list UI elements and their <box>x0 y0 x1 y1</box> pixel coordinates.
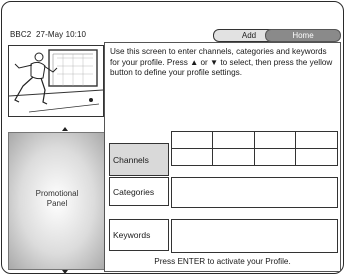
channels-row-label[interactable]: Channels <box>109 143 169 176</box>
channel-slot[interactable] <box>295 132 337 149</box>
keywords-row-label[interactable]: Keywords <box>109 219 169 251</box>
tab-home[interactable]: Home <box>265 29 341 42</box>
tv-guide-screen: BBC2 27-May 10:10 Add Home Promotional P… <box>1 1 344 274</box>
promo-line1: Promotional <box>35 189 79 198</box>
keywords-field[interactable] <box>171 219 338 253</box>
channel-slot[interactable] <box>255 148 296 165</box>
scroll-up-arrow-icon[interactable] <box>62 127 68 131</box>
live-tv-thumbnail <box>8 45 104 117</box>
promo-label: Promotional Panel <box>9 189 105 209</box>
tab-home-label: Home <box>292 31 314 40</box>
channel-slot[interactable] <box>172 132 214 149</box>
time-text: 10:10 <box>65 30 87 39</box>
profile-settings-panel: Use this screen to enter channels, categ… <box>104 42 341 272</box>
categories-row-label[interactable]: Categories <box>109 177 169 206</box>
status-bar: BBC2 27-May 10:10 <box>10 30 86 39</box>
channel-slot[interactable] <box>254 132 296 149</box>
channel-slot[interactable] <box>296 149 337 166</box>
channel-slot[interactable] <box>213 132 255 149</box>
channel-name: BBC2 <box>10 30 32 39</box>
channel-slot[interactable] <box>213 148 255 165</box>
categories-field[interactable] <box>171 177 338 208</box>
channel-slot[interactable] <box>172 148 214 165</box>
promo-line2: Panel <box>46 199 68 208</box>
footer-instruction: Press ENTER to activate your Profile. <box>154 257 291 266</box>
instruction-text: Use this screen to enter channels, categ… <box>110 47 333 77</box>
tab-add-label: Add <box>241 31 257 40</box>
football-player-icon <box>9 49 103 113</box>
channels-grid[interactable] <box>171 131 338 166</box>
promotional-panel[interactable]: Promotional Panel <box>8 132 106 270</box>
date-text: 27-May <box>35 30 64 39</box>
scroll-down-arrow-icon[interactable] <box>62 270 68 273</box>
